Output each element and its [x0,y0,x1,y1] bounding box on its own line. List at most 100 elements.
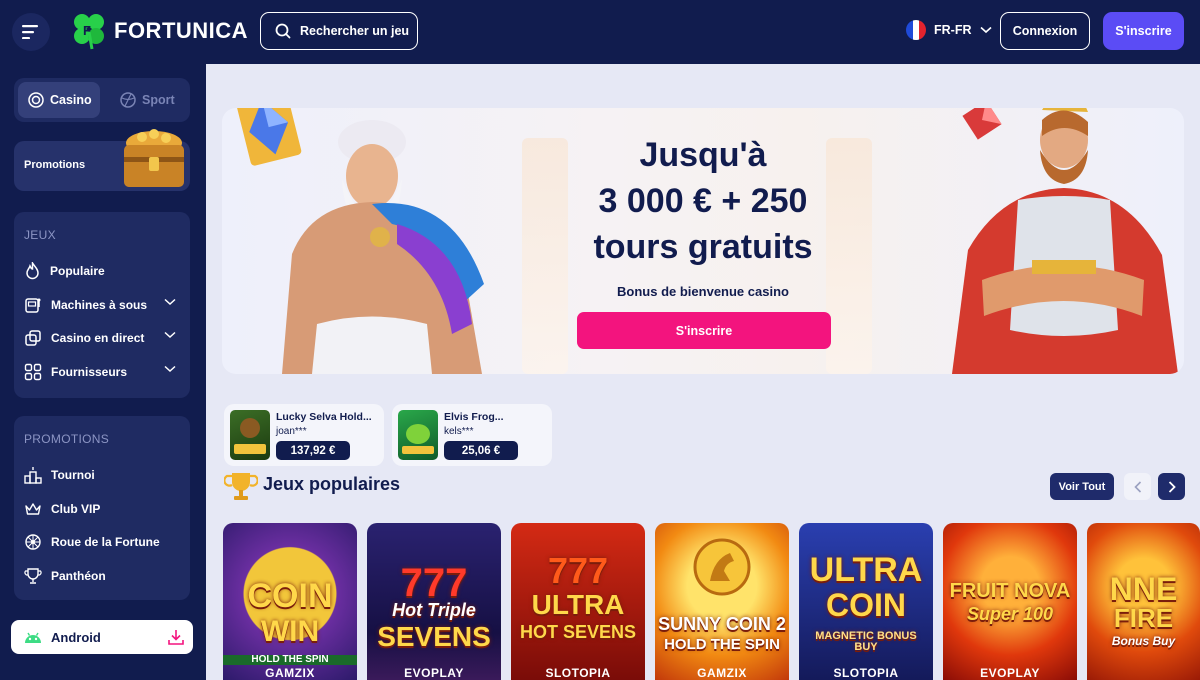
chevron-down-icon [164,365,176,373]
winner-user: kels*** [444,426,474,437]
winner-user: joan*** [276,426,307,437]
promotions-card[interactable]: Promotions [14,129,190,191]
language-selector[interactable]: FR-FR [906,20,992,40]
sidebar-item-label: Tournoi [51,468,95,482]
language-label: FR-FR [934,23,972,37]
game-title-bottom: WIN [260,615,320,648]
zeus-illustration [236,108,484,374]
game-card[interactable]: ULTRA COIN MAGNETIC BONUS BUY SLOTOPIA [799,523,933,680]
sidebar-item-label: Club VIP [51,502,101,516]
game-title-top-decor: 777 [547,550,609,591]
winner-card[interactable]: Elvis Frog... kels*** 25,06 € [392,404,552,466]
chevron-right-icon [1168,480,1176,493]
carousel-prev-button[interactable] [1124,473,1151,500]
france-flag-icon [906,20,926,40]
sidebar: Casino Sport Promotions JEUX Populaire M… [0,64,206,680]
brand-logo[interactable]: F FORTUNICA [72,12,248,50]
mode-switch: Casino Sport [14,78,190,122]
search-label: Rechercher un jeu [300,24,410,38]
winner-amount: 137,92 € [276,441,350,460]
login-button[interactable]: Connexion [1000,12,1090,50]
clover-logo-icon: F [74,14,104,50]
game-thumbnail [230,410,270,460]
hero-signup-button[interactable]: S'inscrire [577,312,831,349]
podium-icon [24,467,42,484]
game-provider: EVOPLAY [404,666,464,680]
trophy-icon [24,568,42,584]
sidebar-item-popular[interactable]: Populaire [24,260,180,282]
game-card[interactable]: 777 ULTRA HOT SEVENS SLOTOPIA [511,523,645,680]
game-title-bottom: FIRE [1113,603,1174,633]
sidebar-item-label: Machines à sous [51,298,148,312]
game-title-bottom: SEVENS [377,621,491,652]
game-card[interactable]: COIN WIN HOLD THE SPIN GAMZIX [223,523,357,680]
grid-icon [24,363,42,381]
game-title-bottom: Super 100 [966,604,1054,624]
android-icon [25,632,41,643]
top-header: F FORTUNICA Rechercher un jeu FR-FR Conn… [0,0,1200,64]
live-dealer-icon [25,330,41,346]
treasure-chest-icon [124,129,184,187]
sidebar-item-label: Roue de la Fortune [51,535,160,549]
crown-icon [25,503,41,515]
sidebar-item-label: Populaire [50,264,105,278]
game-title-top: ULTRA [531,589,625,620]
hamburger-icon [22,25,38,39]
game-tagline: MAGNETIC BONUS BUY [815,630,917,653]
elvis-frog-art [402,424,434,454]
hero-headline-line1: Jusqu'à [639,136,767,174]
hero-headline-line2: 3 000 € + 250 [598,182,808,220]
winner-game-name: Lucky Selva Hold... [276,411,372,423]
sidebar-item-pantheon[interactable]: Panthéon [24,565,180,587]
tab-casino[interactable]: Casino [18,82,100,118]
game-provider: SLOTOPIA [545,666,611,680]
signup-button[interactable]: S'inscrire [1103,12,1184,50]
game-provider: EVOPLAY [980,666,1040,680]
games-section-title: JEUX [24,228,56,242]
game-title-top-decor: 777 [400,561,468,605]
game-title-top: FRUIT NOVA [949,580,1071,602]
promotions-card-label: Promotions [24,159,86,171]
tab-sport-label: Sport [142,93,175,107]
game-title-top: SUNNY COIN 2 [658,614,786,634]
main-content: Jusqu'à 3 000 € + 250 tours gratuits Bon… [206,64,1200,680]
tab-sport[interactable]: Sport [110,82,188,118]
game-title-bottom: HOLD THE SPIN [664,636,780,653]
sidebar-item-vip-club[interactable]: Club VIP [24,498,180,520]
winner-game-name: Elvis Frog... [444,411,504,423]
promotions-section-title: PROMOTIONS [24,432,110,446]
brand-name: FORTUNICA [114,18,249,43]
game-card[interactable]: SUNNY COIN 2 HOLD THE SPIN GAMZIX [655,523,789,680]
sidebar-item-fortune-wheel[interactable]: Roue de la Fortune [24,531,180,553]
trophy-icon [224,473,258,500]
wheel-icon [25,534,41,550]
games-panel: JEUX Populaire Machines à sous Casino en… [14,212,190,398]
game-title-bottom: HOT SEVENS [519,622,637,642]
carousel-next-button[interactable] [1158,473,1185,500]
sidebar-item-tournament[interactable]: Tournoi [24,464,180,486]
search-button[interactable]: Rechercher un jeu [260,12,418,50]
popular-games-title: Jeux populaires [263,474,401,494]
hero-banner: Jusqu'à 3 000 € + 250 tours gratuits Bon… [222,108,1184,374]
see-all-button[interactable]: Voir Tout [1050,473,1114,500]
android-label: Android [51,629,101,645]
menu-button[interactable] [12,13,50,51]
game-title-bottom: COIN [826,587,906,623]
sidebar-item-slots[interactable]: Machines à sous [24,294,180,316]
game-tagline: HOLD THE SPIN [223,655,357,665]
sidebar-item-live-casino[interactable]: Casino en direct [24,327,180,349]
sidebar-item-label: Fournisseurs [51,365,128,379]
chevron-down-icon [979,26,992,34]
hero-headline-line3: tours gratuits [593,228,813,266]
game-card[interactable]: FRUIT NOVA Super 100 EVOPLAY [943,523,1077,680]
hero-subtitle: Bonus de bienvenue casino [617,284,789,299]
casino-chip-icon [28,92,44,108]
download-icon [168,630,184,645]
android-download-button[interactable]: Android [11,620,193,654]
winner-card[interactable]: Lucky Selva Hold... joan*** 137,92 € [224,404,384,466]
game-card[interactable]: 777 Hot Triple SEVENS EVOPLAY [367,523,501,680]
horse-coin-icon [693,538,751,596]
game-card[interactable]: NNE FIRE Bonus Buy [1087,523,1200,680]
game-title-top: NNE [1109,571,1178,607]
sidebar-item-providers[interactable]: Fournisseurs [24,361,180,383]
